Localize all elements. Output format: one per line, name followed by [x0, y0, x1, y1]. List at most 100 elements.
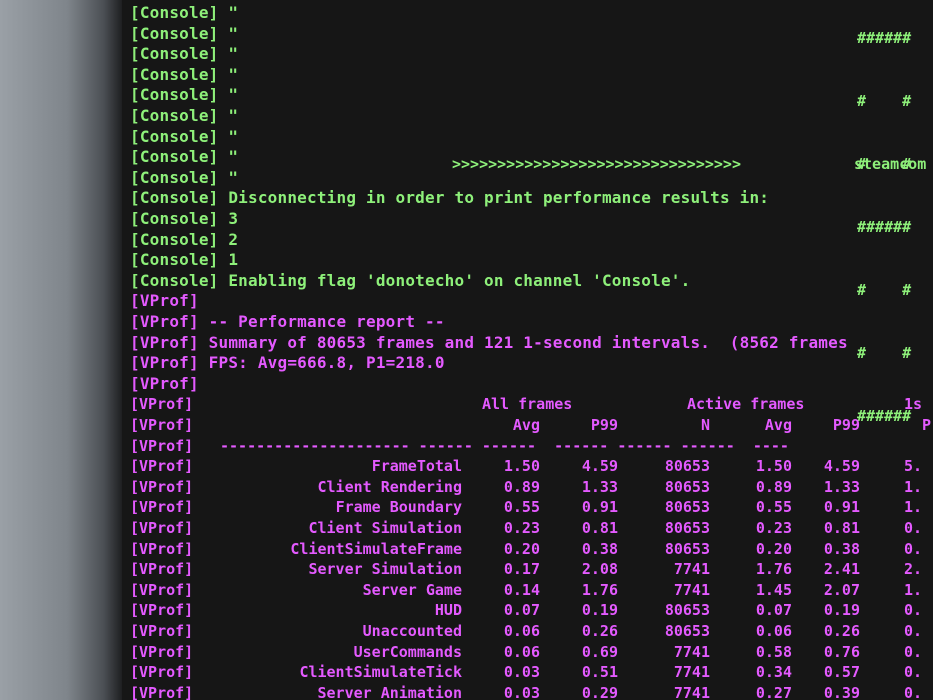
console-line: [Console] " [130, 147, 239, 167]
row-avg: 0.03 [503, 663, 540, 682]
row-n: 80653 [664, 519, 710, 537]
row-label: Client Simulation [308, 519, 462, 537]
row-active-avg: 0.58 [755, 642, 792, 661]
row-active-p99: 2.41 [823, 560, 860, 579]
row-avg: 0.17 [503, 560, 540, 579]
vprof-line: [VProf] [130, 291, 199, 311]
row-active-avg: 0.34 [755, 663, 792, 682]
row-p99: 4.59 [581, 457, 618, 476]
ascii-art-line: # # [857, 92, 912, 110]
row-active-p99: 1.33 [823, 477, 860, 496]
console-line: [Console] 2 [130, 229, 239, 249]
col-onesec-p: P [922, 416, 932, 434]
vprof-tag: [VProf] [130, 395, 194, 414]
row-n: 80653 [664, 601, 710, 620]
row-p99: 1.76 [581, 580, 618, 599]
row-active-p99: 0.19 [823, 601, 860, 620]
row-active-p99: 0.76 [823, 642, 860, 661]
ascii-arrow: >>>>>>>>>>>>>>>>>>>>>>>>>>>>>>>> [452, 155, 741, 173]
monitor-bezel [0, 0, 122, 700]
row-avg: 0.14 [503, 580, 540, 599]
row-onesec: 1. [904, 580, 923, 599]
row-onesec: 0. [904, 642, 923, 661]
vprof-line: [VProf] Summary of 80653 frames and 121 … [130, 332, 848, 352]
console-line: [Console] 1 [130, 250, 239, 270]
ascii-art-line: # # [857, 344, 912, 362]
row-active-avg: 0.20 [755, 539, 792, 558]
row-onesec: 0. [904, 601, 923, 620]
vprof-tag: [VProf] [130, 436, 194, 455]
row-avg: 0.23 [503, 519, 540, 537]
row-p99: 0.19 [581, 601, 618, 620]
row-avg: 0.89 [503, 477, 540, 496]
row-onesec: 2. [904, 560, 923, 579]
row-onesec: 5. [904, 457, 923, 476]
col-active-avg: Avg [764, 416, 792, 434]
row-active-avg: 1.45 [755, 580, 792, 599]
col-active-p99: P99 [832, 416, 860, 434]
row-active-p99: 0.81 [823, 519, 860, 537]
vprof-tag: [VProf] [130, 416, 194, 434]
row-onesec: 1. [904, 498, 923, 517]
row-n: 7741 [673, 642, 710, 661]
row-n: 80653 [664, 457, 710, 476]
row-active-avg: 0.27 [755, 683, 792, 700]
row-p99: 0.91 [581, 498, 618, 517]
vprof-line: [VProf] [130, 373, 199, 393]
row-p99: 2.08 [581, 560, 618, 579]
row-n: 7741 [673, 580, 710, 599]
row-onesec: 0. [904, 663, 923, 682]
console-line: [Console] " [130, 106, 239, 125]
console-line: [Console] " [130, 167, 239, 187]
console-line: [Console] " [130, 126, 239, 146]
row-p99: 0.69 [581, 642, 618, 661]
row-active-avg: 0.07 [755, 601, 792, 620]
console-line: [Console] " [130, 23, 239, 43]
row-active-p99: 2.07 [823, 580, 860, 599]
row-n: 7741 [673, 683, 710, 700]
row-onesec: 0. [904, 683, 923, 700]
row-active-avg: 0.06 [755, 622, 792, 640]
row-avg: 0.55 [503, 498, 540, 517]
row-n: 7741 [673, 560, 710, 579]
row-active-p99: 0.38 [823, 539, 860, 558]
row-label: UserCommands [353, 642, 462, 661]
console-line: [Console] 3 [130, 209, 239, 228]
row-label: Client Rendering [317, 477, 463, 496]
console-line: [Console] " [130, 3, 239, 22]
row-active-p99: 0.26 [823, 622, 860, 640]
row-p99: 0.26 [581, 622, 618, 640]
col-p99: P99 [590, 416, 618, 434]
row-avg: 0.20 [503, 539, 540, 558]
row-label: Unaccounted [362, 622, 462, 640]
row-active-p99: 0.91 [823, 498, 860, 517]
col-avg: Avg [512, 416, 540, 434]
row-avg: 1.50 [503, 457, 540, 476]
row-active-p99: 4.59 [823, 457, 860, 476]
row-avg: 0.03 [503, 683, 540, 700]
row-n: 80653 [664, 622, 710, 640]
row-avg: 0.06 [503, 642, 540, 661]
row-n: 7741 [673, 663, 710, 682]
console-line: [Console] " [130, 85, 239, 105]
row-p99: 0.29 [581, 683, 618, 700]
ascii-art-line: ###### [857, 29, 912, 47]
console-line: [Console] Disconnecting in order to prin… [130, 188, 770, 208]
steam-text: steamcom [854, 155, 927, 173]
row-label: Server Game [362, 580, 462, 599]
row-label: Frame Boundary [335, 498, 462, 517]
row-onesec: 1. [904, 477, 923, 496]
all-frames-header: All frames [482, 395, 573, 414]
row-onesec: 0. [904, 539, 923, 558]
row-n: 80653 [664, 539, 710, 558]
vprof-line: [VProf] -- Performance report -- [130, 312, 445, 331]
row-avg: 0.06 [503, 622, 540, 640]
row-active-p99: 0.39 [823, 683, 860, 700]
console-screen: ###### # # # # ###### # # # # ###### >>>… [122, 0, 933, 700]
row-label: Server Simulation [308, 560, 462, 579]
row-label: Server Animation [317, 683, 463, 700]
row-p99: 0.81 [581, 519, 618, 537]
row-onesec: 0. [904, 519, 923, 537]
row-label: ClientSimulateFrame [290, 539, 462, 558]
row-avg: 0.07 [503, 601, 540, 620]
